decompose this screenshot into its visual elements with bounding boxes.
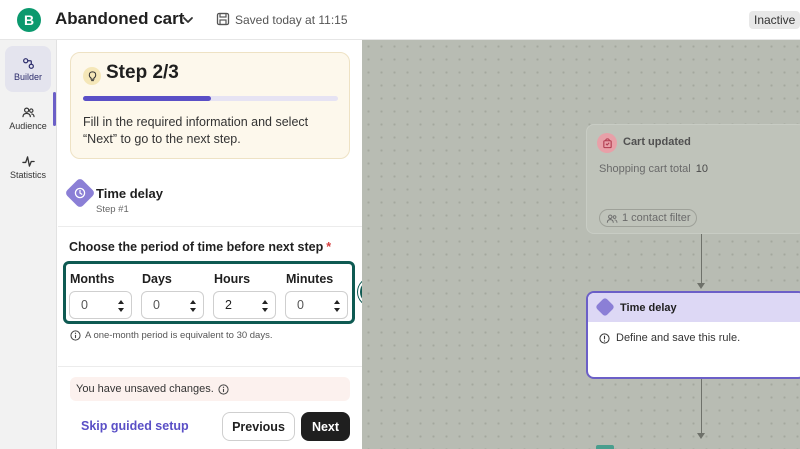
arrow-down-icon [697,433,705,439]
divider [58,366,362,367]
minutes-label: Minutes [286,272,334,286]
spinner-arrows-icon[interactable] [333,298,341,314]
status-badge: Inactive [749,11,800,29]
builder-icon [22,57,34,69]
connector-line [701,234,702,284]
spinner-arrows-icon[interactable] [117,298,125,314]
nav-label: Statistics [9,169,46,180]
spinner-arrows-icon[interactable] [261,298,269,314]
active-indicator [53,92,56,126]
minutes-value: 0 [297,298,304,312]
time-delay-node-message: Define and save this rule. [599,332,740,344]
info-icon[interactable] [218,383,229,395]
time-delay-node-title: Time delay [620,302,677,314]
statistics-icon [21,155,35,167]
time-delay-icon [64,177,96,209]
days-stepper[interactable]: 0 [141,291,204,319]
contact-filter-text: 1 contact filter [622,212,691,224]
months-label: Months [70,272,115,286]
period-note-text: A one-month period is equivalent to 30 d… [85,330,273,341]
cart-icon [597,133,617,153]
step-description: Fill in the required information and sel… [83,115,309,146]
nav-item-statistics[interactable]: Statistics [5,144,51,190]
next-button[interactable]: Next [301,412,350,441]
hours-stepper[interactable]: 2 [213,291,276,319]
days-label: Days [142,272,172,286]
hours-value: 2 [225,298,232,312]
next-node-edge [596,445,614,449]
condition-value: 10 [695,163,708,175]
skip-guided-setup-link[interactable]: Skip guided setup [81,419,189,433]
hours-label: Hours [214,272,251,286]
trigger-node-cart-updated[interactable]: Cart updated Shopping cart total 10 1 con… [586,124,800,234]
period-label-text: Choose the period of time before next st… [69,240,324,254]
time-delay-message-text: Define and save this rule. [616,332,741,344]
left-nav: Builder Audience Statistics [0,40,57,449]
step-title: Step 2/3 [106,62,179,83]
condition-label: Shopping cart total [599,163,691,175]
required-mark: * [326,240,332,254]
workflow-title[interactable]: Abandoned cart [55,9,184,29]
contact-filter-pill[interactable]: 1 contact filter [599,209,698,227]
workflow-canvas[interactable]: Cart updated Shopping cart total 10 1 con… [362,40,800,449]
period-fields-highlight: Months Days Hours Minutes 0 0 2 0 [63,261,355,324]
time-delay-node[interactable]: Time delay Define and save this rule. [586,291,800,379]
period-note: A one-month period is equivalent to 30 d… [70,330,272,341]
block-subtitle: Step #1 [96,204,129,215]
previous-button[interactable]: Previous [222,412,295,441]
minutes-stepper[interactable]: 0 [285,291,348,319]
audience-icon [21,107,35,117]
contacts-icon [606,214,618,223]
time-delay-node-header: Time delay [588,293,800,322]
unsaved-changes-banner: You have unsaved changes. [70,377,350,401]
top-bar: B Abandoned cart Saved today at 11:15 In… [0,0,800,40]
step-progress-bar [83,96,338,101]
info-icon [70,330,81,341]
brand-logo[interactable]: B [17,8,41,32]
trigger-node-title: Cart updated [623,136,691,148]
trigger-condition: Shopping cart total 10 [599,163,708,175]
unsaved-text: You have unsaved changes. [76,383,214,395]
time-delay-icon [595,297,615,317]
spinner-arrows-icon[interactable] [189,298,197,314]
nav-item-builder[interactable]: Builder [5,46,51,92]
lightbulb-icon [83,67,101,85]
progress-fill [83,96,211,101]
saved-status: Saved today at 11:15 [235,13,348,27]
months-value: 0 [81,298,88,312]
months-stepper[interactable]: 0 [69,291,132,319]
nav-item-audience[interactable]: Audience [5,95,51,141]
guided-step-card: Step 2/3 Fill in the required informatio… [70,52,350,159]
arrow-down-icon [697,283,705,289]
block-title: Time delay [96,186,163,201]
chevron-down-icon[interactable] [180,12,196,28]
period-label: Choose the period of time before next st… [69,240,331,254]
setup-panel: Step 2/3 Fill in the required informatio… [58,40,362,449]
nav-label: Audience [9,120,47,131]
info-icon [599,332,610,344]
save-icon [216,12,230,26]
divider [58,226,362,227]
days-value: 0 [153,298,160,312]
connector-line [701,379,702,434]
nav-label: Builder [13,71,42,82]
